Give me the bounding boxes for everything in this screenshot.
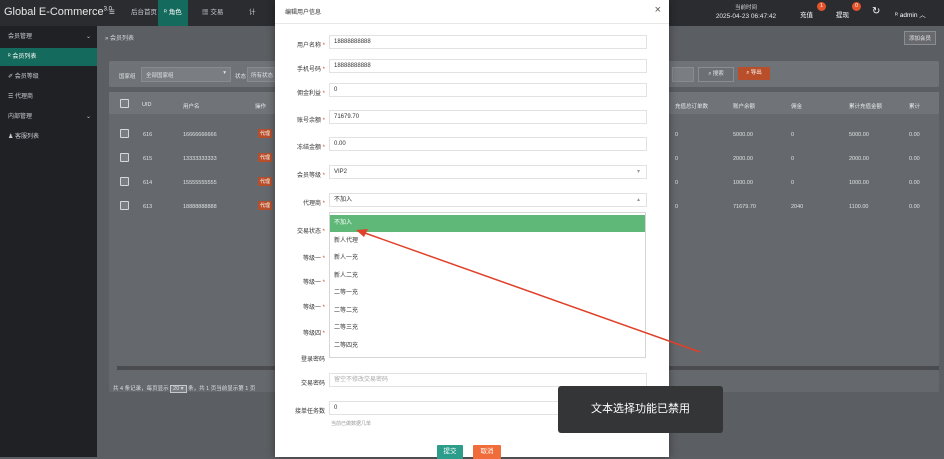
toast-message: 文本选择功能已禁用 [558, 386, 723, 433]
arrow-line [361, 231, 701, 353]
annotation-arrow [356, 229, 701, 353]
